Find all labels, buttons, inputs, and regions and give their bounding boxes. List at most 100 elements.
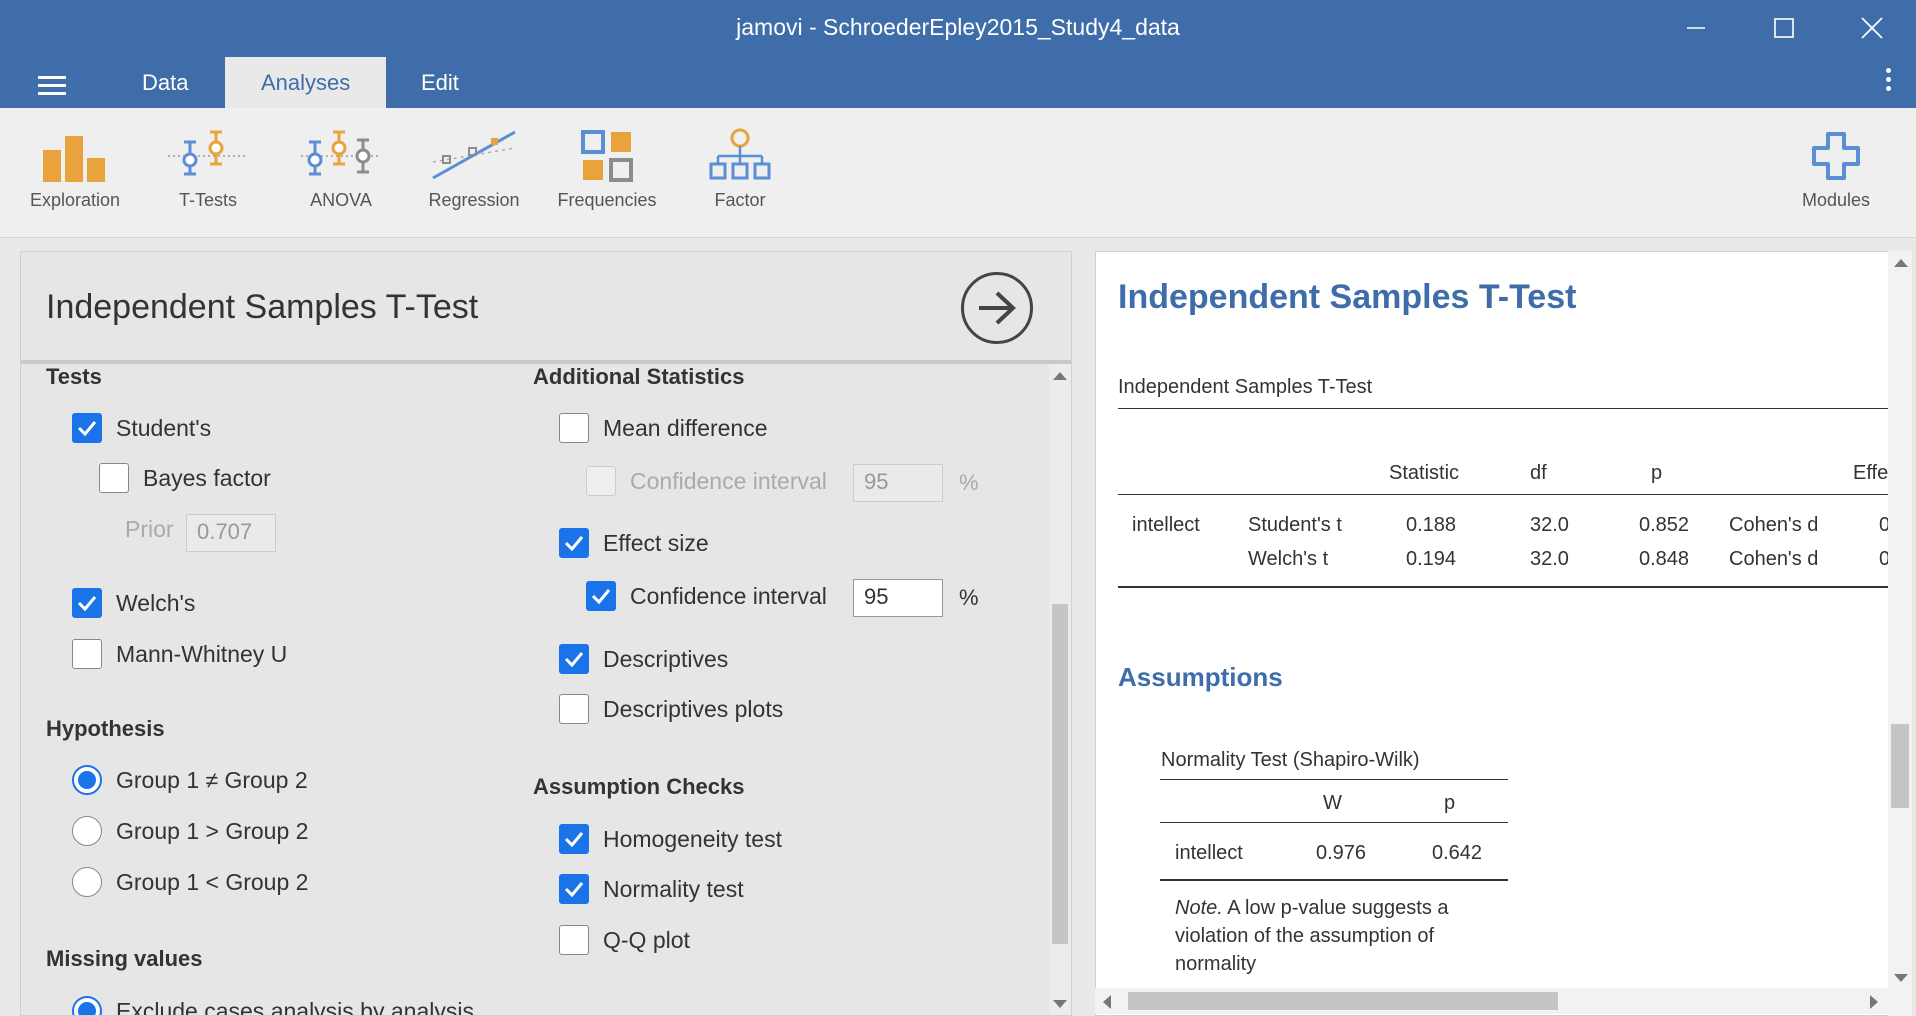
row2-df: 32.0 [1530, 548, 1569, 570]
normality-row-w: 0.976 [1316, 842, 1367, 864]
mann-whitney-checkbox-row[interactable]: Mann-Whitney U [72, 639, 287, 669]
col-header-p: p [1651, 462, 1663, 484]
descriptives-checkbox[interactable] [559, 644, 589, 674]
ttest-table-title: Independent Samples T-Test [1118, 376, 1373, 398]
welchs-checkbox[interactable] [72, 588, 102, 618]
mann-whitney-checkbox[interactable] [72, 639, 102, 669]
t-tests-button[interactable]: T-Tests [143, 128, 273, 211]
hypothesis-option-greater[interactable]: Group 1 > Group 2 [72, 816, 308, 846]
descriptives-label: Descriptives [603, 645, 729, 672]
bayes-checkbox-row[interactable]: Bayes factor [99, 463, 271, 493]
mean-difference-checkbox[interactable] [559, 413, 589, 443]
normality-checkbox[interactable] [559, 874, 589, 904]
row1-test: Student's t [1248, 514, 1342, 536]
scroll-up-arrow-icon[interactable] [1053, 372, 1067, 380]
scroll-down-arrow-icon[interactable] [1053, 1000, 1067, 1008]
tab-edit[interactable]: Edit [385, 57, 495, 108]
students-checkbox-row[interactable]: Student's [72, 413, 211, 443]
es-confidence-interval-row[interactable]: Confidence interval [586, 581, 827, 611]
effect-size-row[interactable]: Effect size [559, 528, 709, 558]
row1-p: 0.852 [1639, 514, 1690, 536]
students-checkbox[interactable] [72, 413, 102, 443]
col-header-df: df [1530, 462, 1547, 484]
qq-plot-label: Q-Q plot [603, 926, 690, 953]
es-ci-label: Confidence interval [630, 582, 827, 609]
md-ci-input: 95 [853, 464, 943, 502]
additional-statistics-heading: Additional Statistics [533, 364, 745, 389]
minimize-button[interactable] [1666, 8, 1726, 48]
es-ci-input[interactable]: 95 [853, 579, 943, 617]
results-title: Independent Samples T-Test [1118, 278, 1577, 316]
row1-df: 32.0 [1530, 514, 1569, 536]
row2-test: Welch's t [1248, 548, 1329, 570]
regression-icon [432, 130, 516, 180]
row1-variable: intellect [1132, 514, 1200, 536]
normality-label: Normality test [603, 875, 744, 902]
options-scrollbar[interactable] [1049, 364, 1071, 1015]
descriptives-plots-label: Descriptives plots [603, 695, 784, 722]
options-title: Independent Samples T-Test [46, 288, 479, 326]
regression-button[interactable]: Regression [409, 128, 539, 211]
prior-input[interactable]: 0.707 [186, 514, 276, 552]
bayes-checkbox[interactable] [99, 463, 129, 493]
hamburger-menu-icon[interactable] [38, 76, 66, 96]
tab-analyses[interactable]: Analyses [225, 57, 387, 108]
run-arrow-button[interactable] [961, 272, 1033, 344]
radio-greater[interactable] [72, 816, 102, 846]
exploration-button[interactable]: Exploration [10, 128, 140, 211]
mean-difference-row[interactable]: Mean difference [559, 413, 768, 443]
es-ci-checkbox[interactable] [586, 581, 616, 611]
missing-values-label: Exclude cases analysis by analysis [116, 997, 474, 1016]
close-button[interactable] [1842, 8, 1902, 48]
results-vscroll-thumb[interactable] [1891, 724, 1909, 808]
prior-label: Prior [125, 516, 174, 542]
results-scroll-down-icon[interactable] [1894, 974, 1908, 982]
descriptives-plots-checkbox[interactable] [559, 694, 589, 724]
hypothesis-option-less[interactable]: Group 1 < Group 2 [72, 867, 308, 897]
anova-button[interactable]: ANOVA [276, 128, 406, 211]
options-scroll-thumb[interactable] [1052, 604, 1068, 944]
descriptives-plots-row[interactable]: Descriptives plots [559, 694, 783, 724]
more-options-icon[interactable] [1886, 68, 1892, 95]
descriptives-row[interactable]: Descriptives [559, 644, 728, 674]
table-bottom-rule [1118, 586, 1889, 588]
factor-label: Factor [714, 190, 766, 210]
md-confidence-interval-row: Confidence interval [586, 466, 827, 496]
radio-two-sided[interactable] [72, 765, 102, 795]
es-ci-percent: % [959, 585, 979, 610]
normality-row-variable: intellect [1175, 842, 1243, 864]
modules-button[interactable]: Modules [1771, 128, 1901, 211]
results-scroll-up-icon[interactable] [1894, 259, 1908, 267]
results-scroll-left-icon[interactable] [1103, 995, 1111, 1009]
factor-button[interactable]: Factor [675, 128, 805, 211]
regression-label: Regression [428, 190, 520, 210]
students-label: Student's [116, 414, 212, 441]
missing-values-option[interactable]: Exclude cases analysis by analysis [72, 996, 474, 1016]
results-scroll-right-icon[interactable] [1870, 995, 1878, 1009]
qq-plot-row[interactable]: Q-Q plot [559, 925, 690, 955]
normality-row[interactable]: Normality test [559, 874, 744, 904]
mean-difference-label: Mean difference [603, 414, 768, 441]
tab-data[interactable]: Data [106, 57, 224, 108]
tests-heading: Tests [46, 364, 102, 389]
effect-size-checkbox[interactable] [559, 528, 589, 558]
welchs-checkbox-row[interactable]: Welch's [72, 588, 195, 618]
homogeneity-checkbox[interactable] [559, 824, 589, 854]
frequencies-button[interactable]: Frequencies [542, 128, 672, 211]
hypothesis-label-greater: Group 1 > Group 2 [116, 817, 309, 844]
results-panel: Independent Samples T-Test Independent S… [1095, 251, 1890, 1016]
homogeneity-row[interactable]: Homogeneity test [559, 824, 782, 854]
maximize-button[interactable] [1754, 8, 1814, 48]
hypothesis-option-two-sided[interactable]: Group 1 ≠ Group 2 [72, 765, 308, 795]
normality-table-title: Normality Test (Shapiro-Wilk) [1161, 749, 1420, 771]
results-hscroll-thumb[interactable] [1128, 992, 1558, 1010]
results-vertical-scrollbar[interactable] [1888, 251, 1912, 1016]
normality-header-rule [1160, 822, 1508, 823]
qq-plot-checkbox[interactable] [559, 925, 589, 955]
radio-exclude-analysis[interactable] [72, 996, 102, 1015]
results-horizontal-scrollbar[interactable] [1095, 988, 1890, 1014]
md-ci-checkbox [586, 466, 616, 496]
t-tests-label: T-Tests [178, 190, 237, 210]
radio-less[interactable] [72, 867, 102, 897]
t-tests-icon [168, 130, 246, 176]
